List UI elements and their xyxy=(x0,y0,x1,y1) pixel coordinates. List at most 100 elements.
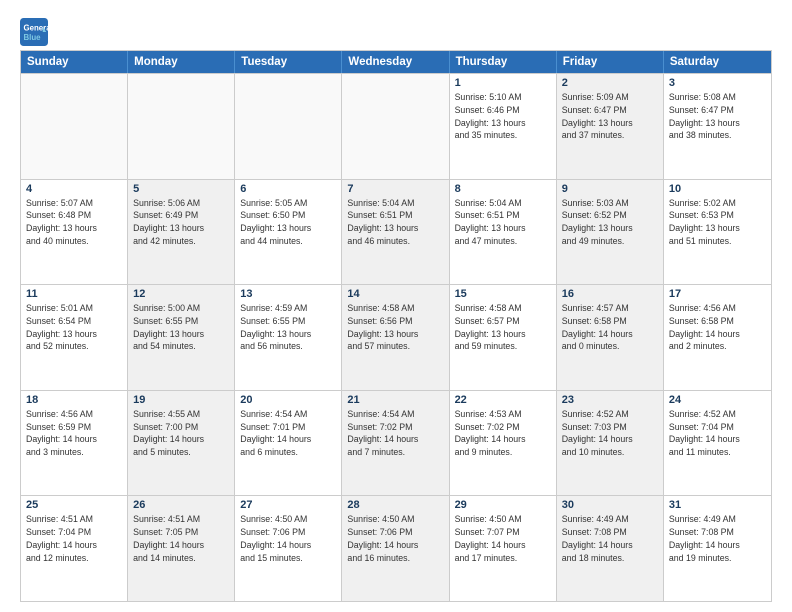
svg-text:Blue: Blue xyxy=(24,33,42,42)
day-info: Sunrise: 4:52 AM Sunset: 7:03 PM Dayligh… xyxy=(562,408,658,459)
cal-cell-27: 27 Sunrise: 4:50 AM Sunset: 7:06 PM Dayli… xyxy=(235,496,342,601)
calendar-body: 1 Sunrise: 5:10 AM Sunset: 6:46 PM Daylig… xyxy=(21,73,771,601)
cal-cell-empty-0-3 xyxy=(342,74,449,179)
day-info: Sunrise: 4:58 AM Sunset: 6:57 PM Dayligh… xyxy=(455,302,551,353)
day-number: 29 xyxy=(455,499,551,511)
day-number: 10 xyxy=(669,183,766,195)
day-number: 2 xyxy=(562,77,658,89)
day-number: 16 xyxy=(562,288,658,300)
day-number: 15 xyxy=(455,288,551,300)
day-number: 24 xyxy=(669,394,766,406)
day-info: Sunrise: 4:58 AM Sunset: 6:56 PM Dayligh… xyxy=(347,302,443,353)
day-number: 30 xyxy=(562,499,658,511)
day-info: Sunrise: 4:52 AM Sunset: 7:04 PM Dayligh… xyxy=(669,408,766,459)
cal-cell-4: 4 Sunrise: 5:07 AM Sunset: 6:48 PM Daylig… xyxy=(21,180,128,285)
day-number: 18 xyxy=(26,394,122,406)
cal-header-monday: Monday xyxy=(128,51,235,73)
day-number: 26 xyxy=(133,499,229,511)
day-info: Sunrise: 4:56 AM Sunset: 6:59 PM Dayligh… xyxy=(26,408,122,459)
cal-cell-16: 16 Sunrise: 4:57 AM Sunset: 6:58 PM Dayli… xyxy=(557,285,664,390)
cal-row-1: 1 Sunrise: 5:10 AM Sunset: 6:46 PM Daylig… xyxy=(21,73,771,179)
day-number: 6 xyxy=(240,183,336,195)
cal-row-3: 11 Sunrise: 5:01 AM Sunset: 6:54 PM Dayli… xyxy=(21,284,771,390)
cal-cell-15: 15 Sunrise: 4:58 AM Sunset: 6:57 PM Dayli… xyxy=(450,285,557,390)
cal-header-saturday: Saturday xyxy=(664,51,771,73)
day-number: 3 xyxy=(669,77,766,89)
cal-row-2: 4 Sunrise: 5:07 AM Sunset: 6:48 PM Daylig… xyxy=(21,179,771,285)
cal-cell-7: 7Sunrise: 5:04 AM Sunset: 6:51 PM Daylig… xyxy=(342,180,449,285)
day-info: Sunrise: 5:07 AM Sunset: 6:48 PM Dayligh… xyxy=(26,197,122,248)
cal-cell-14: 14 Sunrise: 4:58 AM Sunset: 6:56 PM Dayli… xyxy=(342,285,449,390)
day-number: 27 xyxy=(240,499,336,511)
cal-cell-22: 22 Sunrise: 4:53 AM Sunset: 7:02 PM Dayli… xyxy=(450,391,557,496)
day-info: Sunrise: 4:55 AM Sunset: 7:00 PM Dayligh… xyxy=(133,408,229,459)
day-number: 31 xyxy=(669,499,766,511)
cal-cell-8: 8 Sunrise: 5:04 AM Sunset: 6:51 PM Daylig… xyxy=(450,180,557,285)
day-info: Sunrise: 5:03 AM Sunset: 6:52 PM Dayligh… xyxy=(562,197,658,248)
cal-cell-6: 6 Sunrise: 5:05 AM Sunset: 6:50 PM Daylig… xyxy=(235,180,342,285)
cal-cell-19: 19 Sunrise: 4:55 AM Sunset: 7:00 PM Dayli… xyxy=(128,391,235,496)
cal-cell-3: 3 Sunrise: 5:08 AM Sunset: 6:47 PM Daylig… xyxy=(664,74,771,179)
day-info: Sunrise: 5:00 AM Sunset: 6:55 PM Dayligh… xyxy=(133,302,229,353)
day-info: Sunrise: 4:50 AM Sunset: 7:06 PM Dayligh… xyxy=(240,513,336,564)
cal-cell-2: 2 Sunrise: 5:09 AM Sunset: 6:47 PM Daylig… xyxy=(557,74,664,179)
page: General Blue SundayMondayTuesdayWednesda… xyxy=(0,0,792,612)
cal-header-friday: Friday xyxy=(557,51,664,73)
cal-cell-31: 31 Sunrise: 4:49 AM Sunset: 7:08 PM Dayli… xyxy=(664,496,771,601)
cal-cell-10: 10 Sunrise: 5:02 AM Sunset: 6:53 PM Dayli… xyxy=(664,180,771,285)
cal-cell-29: 29 Sunrise: 4:50 AM Sunset: 7:07 PM Dayli… xyxy=(450,496,557,601)
day-info: Sunrise: 5:08 AM Sunset: 6:47 PM Dayligh… xyxy=(669,91,766,142)
day-info: Sunrise: 5:02 AM Sunset: 6:53 PM Dayligh… xyxy=(669,197,766,248)
day-info: Sunrise: 4:56 AM Sunset: 6:58 PM Dayligh… xyxy=(669,302,766,353)
cal-cell-empty-0-0 xyxy=(21,74,128,179)
day-info: Sunrise: 5:10 AM Sunset: 6:46 PM Dayligh… xyxy=(455,91,551,142)
day-number: 9 xyxy=(562,183,658,195)
day-number: 7 xyxy=(347,183,443,195)
header: General Blue xyxy=(20,18,772,46)
cal-cell-25: 25 Sunrise: 4:51 AM Sunset: 7:04 PM Dayli… xyxy=(21,496,128,601)
day-number: 13 xyxy=(240,288,336,300)
day-number: 19 xyxy=(133,394,229,406)
cal-row-5: 25 Sunrise: 4:51 AM Sunset: 7:04 PM Dayli… xyxy=(21,495,771,601)
day-info: Sunrise: 4:57 AM Sunset: 6:58 PM Dayligh… xyxy=(562,302,658,353)
day-info: Sunrise: 4:51 AM Sunset: 7:04 PM Dayligh… xyxy=(26,513,122,564)
day-info: Sunrise: 4:53 AM Sunset: 7:02 PM Dayligh… xyxy=(455,408,551,459)
cal-cell-13: 13 Sunrise: 4:59 AM Sunset: 6:55 PM Dayli… xyxy=(235,285,342,390)
day-info: Sunrise: 4:49 AM Sunset: 7:08 PM Dayligh… xyxy=(669,513,766,564)
cal-cell-21: 21Sunrise: 4:54 AM Sunset: 7:02 PM Dayli… xyxy=(342,391,449,496)
day-number: 4 xyxy=(26,183,122,195)
calendar-header-row: SundayMondayTuesdayWednesdayThursdayFrid… xyxy=(21,51,771,73)
cal-cell-12: 12Sunrise: 5:00 AM Sunset: 6:55 PM Dayli… xyxy=(128,285,235,390)
day-info: Sunrise: 4:50 AM Sunset: 7:06 PM Dayligh… xyxy=(347,513,443,564)
day-number: 25 xyxy=(26,499,122,511)
day-number: 28 xyxy=(347,499,443,511)
day-number: 14 xyxy=(347,288,443,300)
cal-cell-11: 11 Sunrise: 5:01 AM Sunset: 6:54 PM Dayli… xyxy=(21,285,128,390)
logo: General Blue xyxy=(20,18,52,46)
day-number: 8 xyxy=(455,183,551,195)
day-number: 1 xyxy=(455,77,551,89)
day-info: Sunrise: 5:05 AM Sunset: 6:50 PM Dayligh… xyxy=(240,197,336,248)
day-number: 23 xyxy=(562,394,658,406)
cal-header-wednesday: Wednesday xyxy=(342,51,449,73)
day-info: Sunrise: 5:04 AM Sunset: 6:51 PM Dayligh… xyxy=(455,197,551,248)
cal-header-sunday: Sunday xyxy=(21,51,128,73)
day-info: Sunrise: 4:50 AM Sunset: 7:07 PM Dayligh… xyxy=(455,513,551,564)
cal-cell-9: 9 Sunrise: 5:03 AM Sunset: 6:52 PM Daylig… xyxy=(557,180,664,285)
day-number: 22 xyxy=(455,394,551,406)
day-info: Sunrise: 5:01 AM Sunset: 6:54 PM Dayligh… xyxy=(26,302,122,353)
day-info: Sunrise: 5:09 AM Sunset: 6:47 PM Dayligh… xyxy=(562,91,658,142)
cal-row-4: 18 Sunrise: 4:56 AM Sunset: 6:59 PM Dayli… xyxy=(21,390,771,496)
cal-cell-23: 23 Sunrise: 4:52 AM Sunset: 7:03 PM Dayli… xyxy=(557,391,664,496)
cal-cell-20: 20Sunrise: 4:54 AM Sunset: 7:01 PM Dayli… xyxy=(235,391,342,496)
day-number: 20 xyxy=(240,394,336,406)
cal-cell-empty-0-1 xyxy=(128,74,235,179)
day-info: Sunrise: 4:51 AM Sunset: 7:05 PM Dayligh… xyxy=(133,513,229,564)
cal-cell-empty-0-2 xyxy=(235,74,342,179)
cal-cell-5: 5Sunrise: 5:06 AM Sunset: 6:49 PM Daylig… xyxy=(128,180,235,285)
cal-cell-1: 1 Sunrise: 5:10 AM Sunset: 6:46 PM Daylig… xyxy=(450,74,557,179)
logo-icon: General Blue xyxy=(20,18,48,46)
day-info: Sunrise: 4:59 AM Sunset: 6:55 PM Dayligh… xyxy=(240,302,336,353)
day-number: 11 xyxy=(26,288,122,300)
day-info: Sunrise: 4:49 AM Sunset: 7:08 PM Dayligh… xyxy=(562,513,658,564)
